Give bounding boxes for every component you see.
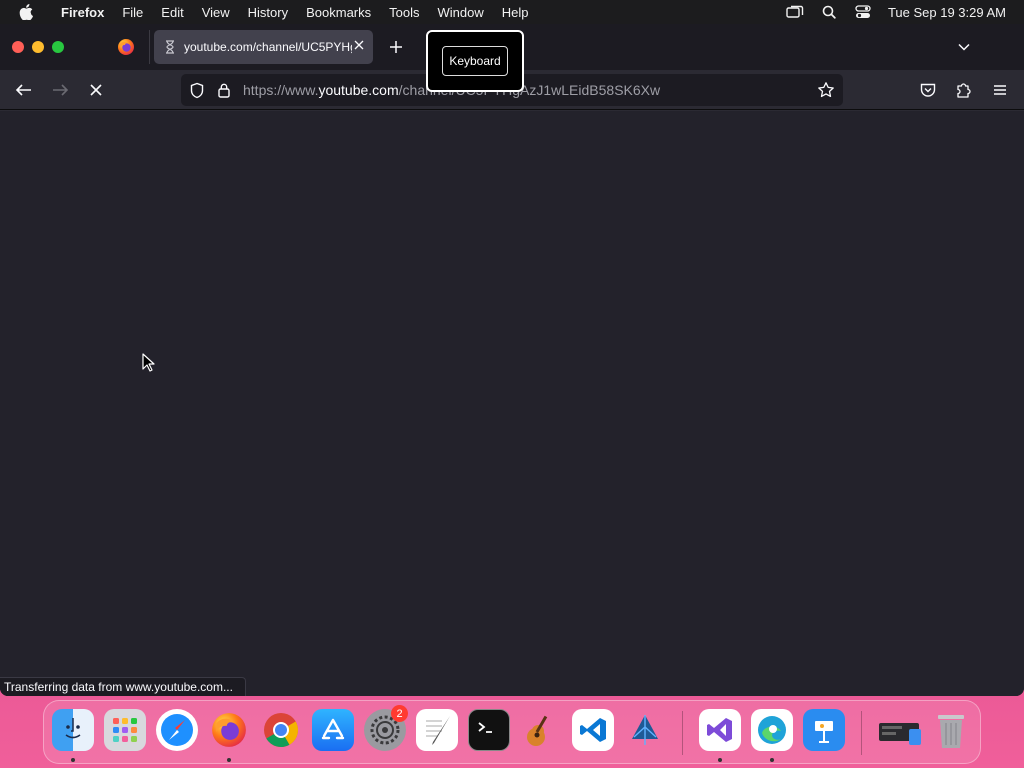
dock-terminal-icon[interactable] <box>468 709 510 751</box>
macos-dock <box>43 700 981 764</box>
dock-downloads-stack-icon[interactable] <box>876 709 924 751</box>
menu-view[interactable]: View <box>193 5 239 20</box>
dock-separator <box>682 711 683 755</box>
dock-visual-studio-icon[interactable] <box>699 709 741 751</box>
menu-edit[interactable]: Edit <box>152 5 192 20</box>
dock-running-indicator <box>718 758 722 762</box>
mouse-pointer-icon <box>142 353 156 378</box>
plus-icon <box>390 41 402 53</box>
tab-youtube-channel[interactable]: youtube.com/channel/UC5PYHgAzJ1wLEidB58S… <box>154 30 373 64</box>
extensions-button[interactable] <box>954 80 974 100</box>
dock-trash-icon[interactable] <box>930 709 972 751</box>
menu-tools[interactable]: Tools <box>380 5 428 20</box>
window-close-button[interactable] <box>12 41 24 53</box>
dock-firefox-icon[interactable] <box>208 709 250 751</box>
keyboard-tooltip-label: Keyboard <box>442 46 508 76</box>
dock-running-indicator <box>770 758 774 762</box>
url-prefix: https://www. <box>243 82 319 98</box>
arrow-right-icon <box>53 84 69 96</box>
menu-file[interactable]: File <box>113 5 152 20</box>
dock-launchpad-icon[interactable] <box>104 709 146 751</box>
menu-help[interactable]: Help <box>493 5 538 20</box>
apple-menu-icon[interactable] <box>0 4 52 20</box>
dock-chrome-icon[interactable] <box>260 709 302 751</box>
back-button[interactable] <box>14 80 34 100</box>
puzzle-piece-icon <box>957 83 971 98</box>
menu-history[interactable]: History <box>239 5 297 20</box>
dock-safari-icon[interactable] <box>156 709 198 751</box>
chevron-down-icon <box>958 43 970 51</box>
star-icon <box>818 82 834 98</box>
macos-menu-bar: Firefox File Edit View History Bookmarks… <box>0 0 1024 24</box>
pinned-tab-firefox[interactable] <box>108 32 144 62</box>
menu-app-name[interactable]: Firefox <box>52 5 113 20</box>
dock-running-indicator <box>227 758 231 762</box>
tracking-protection-icon[interactable] <box>189 82 205 104</box>
dock-edge-icon[interactable] <box>751 709 793 751</box>
new-tab-button[interactable] <box>386 37 406 62</box>
window-minimize-button[interactable] <box>32 41 44 53</box>
page-content-area[interactable] <box>0 111 1024 696</box>
spotlight-search-icon[interactable] <box>812 5 846 19</box>
site-security-icon[interactable] <box>217 82 231 103</box>
menu-window[interactable]: Window <box>429 5 493 20</box>
window-maximize-button[interactable] <box>52 41 64 53</box>
close-icon <box>354 40 364 50</box>
dock-keynote-icon[interactable] <box>803 709 845 751</box>
url-host: youtube.com <box>318 82 399 98</box>
menu-bar-clock[interactable]: Tue Sep 19 3:29 AM <box>880 5 1024 20</box>
dock-separator <box>861 711 862 755</box>
tab-close-button[interactable] <box>353 39 365 54</box>
menu-bookmarks[interactable]: Bookmarks <box>297 5 380 20</box>
app-menu-button[interactable] <box>990 80 1010 100</box>
dock-perplexity-icon[interactable] <box>624 709 666 751</box>
tab-title: youtube.com/channel/UC5PYHgAzJ1wLEidB58S… <box>184 40 352 54</box>
forward-button[interactable] <box>50 80 70 100</box>
dock-garageband-icon[interactable] <box>520 709 562 751</box>
list-all-tabs-button[interactable] <box>956 39 972 60</box>
lock-icon <box>218 83 230 98</box>
control-center-icon[interactable] <box>846 5 880 19</box>
bookmark-page-button[interactable] <box>817 81 835 104</box>
hamburger-menu-icon <box>994 85 1006 95</box>
firefox-logo-icon <box>118 39 134 55</box>
dock-vscode-icon[interactable] <box>572 709 614 751</box>
pocket-icon <box>920 83 936 97</box>
hourglass-icon <box>166 40 174 54</box>
shield-icon <box>190 82 204 99</box>
stop-loading-button[interactable] <box>86 80 106 100</box>
stop-x-icon <box>90 84 102 96</box>
screen-mirroring-icon[interactable] <box>778 5 812 19</box>
dock-running-indicator <box>71 758 75 762</box>
status-panel: Transferring data from www.youtube.com..… <box>0 677 246 696</box>
tab-separator <box>149 30 150 64</box>
arrow-left-icon <box>15 84 31 96</box>
system-settings-badge: 2 <box>391 705 408 722</box>
dock-app-store-icon[interactable] <box>312 709 354 751</box>
pocket-button[interactable] <box>918 80 938 100</box>
dock-finder-icon[interactable] <box>52 709 94 751</box>
keyboard-tooltip: Keyboard <box>426 30 524 92</box>
dock-textedit-icon[interactable] <box>416 709 458 751</box>
